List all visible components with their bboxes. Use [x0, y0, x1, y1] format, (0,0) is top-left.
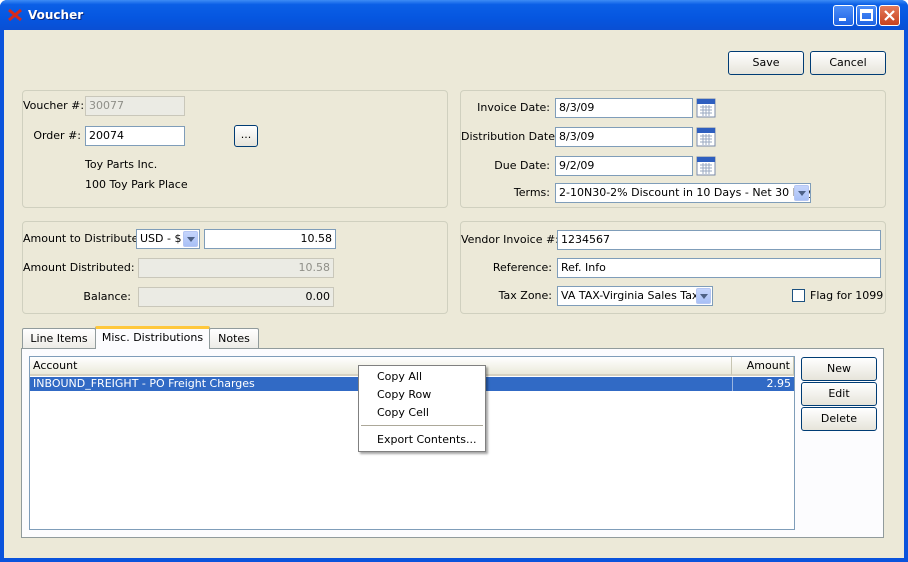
order-number-label: Order #:	[33, 129, 81, 142]
voucher-header-group: Voucher #: 30077 Order #: 20074 ... Toy …	[22, 90, 448, 208]
window-client-area: Save Cancel Voucher #: 30077 Order #: 20…	[4, 30, 904, 558]
vendor-name: Toy Parts Inc.	[85, 158, 158, 171]
close-button[interactable]	[879, 5, 900, 26]
amount-to-distribute-field[interactable]: 10.58	[204, 229, 336, 249]
title-bar[interactable]: Voucher	[0, 0, 908, 30]
order-lookup-button[interactable]: ...	[234, 125, 258, 147]
voucher-number-field: 30077	[85, 96, 185, 116]
distribution-date-field[interactable]: 8/3/09	[555, 127, 693, 147]
tab-misc-distributions[interactable]: Misc. Distributions	[95, 326, 210, 349]
tab-notes[interactable]: Notes	[209, 328, 259, 349]
invoice-date-label: Invoice Date:	[477, 101, 550, 114]
column-header-amount[interactable]: Amount	[732, 357, 794, 376]
menu-item-export-contents[interactable]: Export Contents...	[377, 433, 476, 446]
invoice-date-field[interactable]: 8/3/09	[555, 98, 693, 118]
delete-button[interactable]: Delete	[801, 407, 877, 431]
menu-separator	[361, 425, 483, 426]
reference-label: Reference:	[492, 261, 552, 274]
row-amount-cell: 2.95	[732, 377, 794, 391]
currency-select-value: USD - $	[140, 232, 182, 245]
maximize-button[interactable]	[856, 5, 877, 26]
vendor-invoice-field[interactable]: 1234567	[557, 230, 881, 250]
due-date-field[interactable]: 9/2/09	[555, 156, 693, 176]
distribution-date-calendar-icon[interactable]	[696, 127, 716, 147]
due-date-label: Due Date:	[494, 159, 550, 172]
terms-select-value: 2-10N30-2% Discount in 10 Days - Net 30 …	[559, 186, 811, 199]
app-logo-icon	[8, 8, 22, 22]
tax-zone-select-value: VA TAX-Virginia Sales Tax	[561, 289, 699, 302]
due-date-calendar-icon[interactable]	[696, 156, 716, 176]
amount-to-distribute-label: Amount to Distribute:	[23, 232, 143, 245]
new-button[interactable]: New	[801, 357, 877, 381]
menu-item-copy-all[interactable]: Copy All	[377, 370, 422, 383]
flag-1099-label: Flag for 1099	[810, 289, 884, 302]
chevron-down-icon[interactable]	[183, 231, 198, 247]
minimize-button[interactable]	[833, 5, 854, 26]
invoice-date-calendar-icon[interactable]	[696, 98, 716, 118]
maximize-icon	[860, 9, 873, 21]
tab-line-items[interactable]: Line Items	[22, 328, 96, 349]
currency-select[interactable]: USD - $	[136, 229, 200, 249]
vendor-info-group: Vendor Invoice #: 1234567 Reference: Ref…	[460, 221, 886, 314]
tax-zone-select[interactable]: VA TAX-Virginia Sales Tax	[557, 286, 713, 306]
close-icon	[884, 10, 895, 21]
minimize-icon	[839, 18, 846, 21]
distribution-date-label: Distribution Date:	[461, 130, 559, 143]
chevron-down-icon[interactable]	[794, 185, 809, 201]
chevron-down-icon[interactable]	[696, 288, 711, 304]
edit-button[interactable]: Edit	[801, 382, 877, 406]
terms-select[interactable]: 2-10N30-2% Discount in 10 Days - Net 30 …	[555, 183, 811, 203]
amount-distributed-label: Amount Distributed:	[23, 261, 135, 274]
amount-distributed-field: 10.58	[138, 258, 334, 278]
order-number-field[interactable]: 20074	[85, 126, 185, 146]
balance-label: Balance:	[83, 290, 131, 303]
reference-field[interactable]: Ref. Info	[557, 258, 881, 278]
menu-item-copy-row[interactable]: Copy Row	[377, 388, 431, 401]
context-menu: Copy All Copy Row Copy Cell Export Conte…	[358, 365, 486, 452]
balance-field: 0.00	[138, 287, 334, 307]
cancel-button[interactable]: Cancel	[810, 51, 886, 75]
dates-terms-group: Invoice Date: 8/3/09 Distribution Date: …	[460, 90, 886, 208]
voucher-window: Voucher Save Cancel Voucher #: 30077 Ord…	[0, 0, 908, 562]
menu-item-copy-cell[interactable]: Copy Cell	[377, 406, 429, 419]
save-button[interactable]: Save	[728, 51, 804, 75]
vendor-invoice-label: Vendor Invoice #:	[461, 233, 559, 246]
tax-zone-label: Tax Zone:	[498, 289, 552, 302]
vendor-address: 100 Toy Park Place	[85, 178, 188, 191]
amounts-group: Amount to Distribute: USD - $ 10.58 Amou…	[22, 221, 448, 314]
window-title: Voucher	[28, 8, 84, 22]
terms-label: Terms:	[513, 186, 550, 199]
flag-1099-checkbox[interactable]	[792, 289, 805, 302]
voucher-number-label: Voucher #:	[23, 99, 85, 112]
